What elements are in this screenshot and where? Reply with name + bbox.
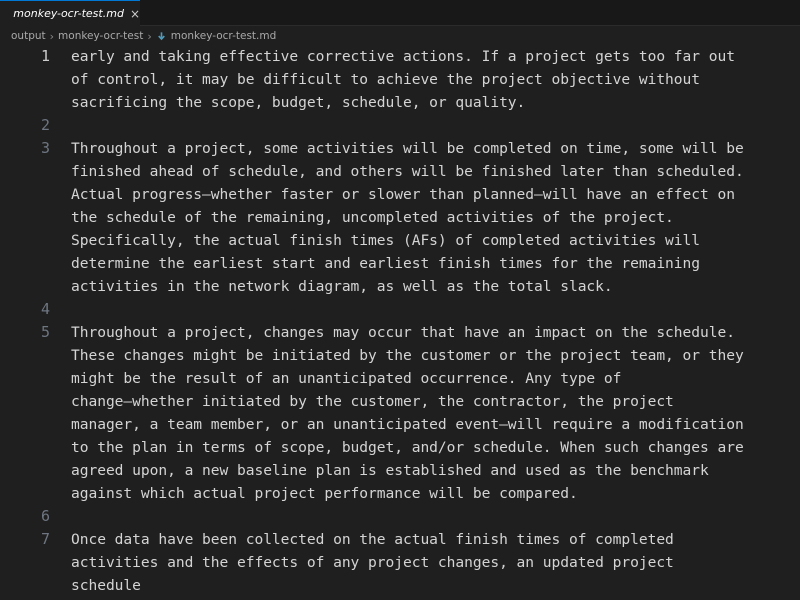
markdown-download-icon <box>157 31 165 40</box>
editor-line[interactable]: 3 Throughout a project, some activities w… <box>0 137 800 160</box>
line-number: 3 <box>40 139 50 157</box>
line-text[interactable]: Throughout a project, some activities wi… <box>71 137 744 160</box>
line-number: 7 <box>40 530 50 548</box>
editor-line[interactable]: sacrificing the scope, budget, schedule,… <box>0 91 800 114</box>
line-text[interactable]: of control, it may be difficult to achie… <box>71 68 700 91</box>
line-number: 2 <box>40 116 50 134</box>
line-text[interactable]: determine the earliest start and earlies… <box>71 252 700 275</box>
line-text[interactable]: sacrificing the scope, budget, schedule,… <box>71 91 525 114</box>
editor-line[interactable]: to the plan in terms of scope, budget, a… <box>0 436 800 459</box>
line-text[interactable]: Throughout a project, changes may occur … <box>71 321 735 344</box>
line-text[interactable]: Specifically, the actual finish times (A… <box>71 229 700 252</box>
line-text[interactable]: the schedule of the remaining, uncomplet… <box>71 206 674 229</box>
editor-line[interactable]: manager, a team member, or an unanticipa… <box>0 413 800 436</box>
chevron-right-icon: › <box>49 29 55 43</box>
line-text[interactable]: agreed upon, a new baseline plan is esta… <box>71 459 709 482</box>
tab-label: monkey-ocr-test.md <box>13 7 124 20</box>
line-text[interactable]: These changes might be initiated by the … <box>71 344 744 367</box>
editor-line[interactable]: Actual progress—whether faster or slower… <box>0 183 800 206</box>
editor-text-area[interactable]: 1 early and taking effective corrective a… <box>0 45 800 600</box>
editor-line[interactable]: 6 <box>0 505 800 528</box>
line-text[interactable]: change—whether initiated by the customer… <box>71 390 674 413</box>
editor-line[interactable]: against which actual project performance… <box>0 482 800 505</box>
breadcrumb-item-output[interactable]: output <box>11 30 46 42</box>
close-icon[interactable]: × <box>130 8 140 20</box>
editor-line[interactable]: 2 <box>0 114 800 137</box>
editor-line[interactable]: activities in the network diagram, as we… <box>0 275 800 298</box>
editor-line[interactable]: 4 <box>0 298 800 321</box>
line-text[interactable]: finished ahead of schedule, and others w… <box>71 160 744 183</box>
editor-line[interactable]: 7 Once data have been collected on the ac… <box>0 528 800 551</box>
line-text[interactable]: Actual progress—whether faster or slower… <box>71 183 735 206</box>
line-text[interactable]: Once data have been collected on the act… <box>71 528 674 551</box>
editor-line[interactable]: determine the earliest start and earlies… <box>0 252 800 275</box>
line-number: 5 <box>40 323 50 341</box>
editor-line[interactable]: of control, it may be difficult to achie… <box>0 68 800 91</box>
line-text[interactable]: to the plan in terms of scope, budget, a… <box>71 436 744 459</box>
line-number: 4 <box>40 300 50 318</box>
tab-bar: monkey-ocr-test.md × <box>0 0 800 26</box>
breadcrumb-item-file[interactable]: monkey-ocr-test.md <box>171 30 277 42</box>
line-text[interactable]: activities and the effects of any projec… <box>71 551 674 574</box>
editor-line[interactable]: change—whether initiated by the customer… <box>0 390 800 413</box>
editor-line[interactable]: 5 Throughout a project, changes may occur… <box>0 321 800 344</box>
editor-line[interactable]: finished ahead of schedule, and others w… <box>0 160 800 183</box>
line-text[interactable]: early and taking effective corrective ac… <box>71 45 735 68</box>
editor-line[interactable]: agreed upon, a new baseline plan is esta… <box>0 459 800 482</box>
editor-line[interactable]: activities and the effects of any projec… <box>0 551 800 574</box>
editor-line[interactable]: might be the result of an unanticipated … <box>0 367 800 390</box>
breadcrumb-item-folder[interactable]: monkey-ocr-test <box>58 30 143 42</box>
editor-line[interactable]: These changes might be initiated by the … <box>0 344 800 367</box>
editor-window: monkey-ocr-test.md × output › monkey-ocr… <box>0 0 800 600</box>
breadcrumb: output › monkey-ocr-test › monkey-ocr-te… <box>0 26 800 46</box>
editor-line[interactable]: schedule <box>0 574 800 597</box>
line-number: 6 <box>40 507 50 525</box>
line-text[interactable]: activities in the network diagram, as we… <box>71 275 613 298</box>
line-text[interactable]: manager, a team member, or an unanticipa… <box>71 413 744 436</box>
line-number: 1 <box>40 47 50 65</box>
editor-line[interactable]: the schedule of the remaining, uncomplet… <box>0 206 800 229</box>
line-text[interactable]: against which actual project performance… <box>71 482 578 505</box>
tab-monkey-ocr-test[interactable]: monkey-ocr-test.md × <box>0 0 140 26</box>
chevron-right-icon: › <box>147 29 152 43</box>
editor-line[interactable]: 1 early and taking effective corrective a… <box>0 45 800 68</box>
line-text[interactable]: schedule <box>71 574 141 597</box>
editor-line[interactable]: Specifically, the actual finish times (A… <box>0 229 800 252</box>
line-text[interactable]: might be the result of an unanticipated … <box>71 367 621 390</box>
